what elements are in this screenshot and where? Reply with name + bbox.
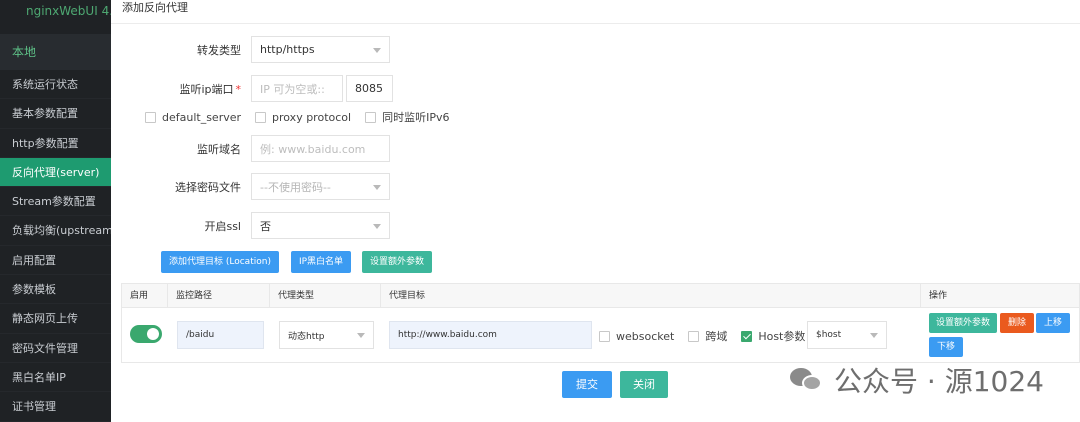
sidebar-item-system-status[interactable]: 系统运行状态: [0, 70, 111, 100]
required-mark: *: [235, 82, 242, 96]
page-title: 添加反向代理: [111, 0, 1080, 24]
host-param-checkbox[interactable]: [741, 330, 753, 342]
sidebar-item-enable-config[interactable]: 启用配置: [0, 246, 111, 276]
watermark-text: 公众号 · 源1024: [834, 365, 1044, 398]
header-enabled: 启用: [122, 284, 168, 307]
table-header: 启用 监控路径 代理类型 代理目标 操作: [122, 284, 1079, 308]
sidebar-item-reverse-proxy[interactable]: 反向代理(server): [0, 157, 111, 188]
forward-type-row: 转发类型 http/https: [111, 36, 390, 63]
ip-list-button[interactable]: IP黑白名单: [290, 251, 352, 273]
domain-label: 监听域名: [197, 142, 241, 156]
ssl-select[interactable]: 否: [251, 212, 390, 239]
main-panel: 添加反向代理 转发类型 http/https 监听ip端口 * IP 可为空或::…: [111, 0, 1080, 422]
target-input[interactable]: http://www.baidu.com: [389, 321, 592, 349]
cross-origin-label: 跨域: [705, 330, 728, 343]
listen-label: 监听ip端口 *: [179, 82, 242, 96]
domain-row: 监听域名 例: www.baidu.com: [111, 135, 390, 162]
chevron-down-icon: [357, 333, 365, 338]
sidebar-item-basic-params[interactable]: 基本参数配置: [0, 99, 111, 129]
row-extra-params-button[interactable]: 设置额外参数: [929, 313, 998, 333]
row-move-up-button[interactable]: 上移: [1036, 313, 1071, 333]
header-proxy-type: 代理类型: [270, 284, 381, 307]
ipv6-checkbox[interactable]: [365, 111, 377, 123]
sidebar-item-certificates[interactable]: 证书管理: [0, 392, 111, 422]
password-file-row: 选择密码文件 --不使用密码--: [111, 173, 390, 200]
ssl-label: 开启ssl: [204, 219, 241, 233]
password-file-label: 选择密码文件: [175, 180, 241, 194]
enable-toggle[interactable]: [130, 325, 162, 343]
chevron-down-icon: [373, 185, 381, 190]
default-server-label: default_server: [162, 110, 242, 124]
cross-origin-checkbox[interactable]: [688, 330, 700, 342]
sidebar: nginxWebUI 4.3. 本地 系统运行状态 基本参数配置 http参数配…: [0, 0, 111, 422]
sidebar-group-local[interactable]: 本地: [0, 34, 111, 70]
watermark: 公众号 · 源1024: [790, 360, 1044, 400]
proxy-type-value: 动态http: [288, 331, 325, 342]
sidebar-item-password-files[interactable]: 密码文件管理: [0, 334, 111, 363]
row-move-down-button[interactable]: 下移: [929, 337, 964, 357]
header-target: 代理目标: [381, 284, 921, 307]
proxy-protocol-checkbox[interactable]: [255, 111, 267, 123]
password-file-value: --不使用密码--: [260, 180, 331, 194]
location-table: 启用 监控路径 代理类型 代理目标 操作 /baidu 动态http http:…: [121, 283, 1080, 363]
row-delete-button[interactable]: 删除: [1000, 313, 1035, 333]
chevron-down-icon: [870, 333, 878, 338]
sidebar-item-param-template[interactable]: 参数模板: [0, 275, 111, 305]
password-file-select[interactable]: --不使用密码--: [251, 173, 390, 200]
proxy-type-select[interactable]: 动态http: [279, 321, 374, 349]
ipv6-label: 同时监听IPv6: [382, 111, 450, 124]
websocket-checkbox[interactable]: [599, 330, 610, 342]
wechat-icon: [790, 366, 824, 394]
proxy-protocol-label: proxy protocol: [272, 110, 352, 124]
listen-row: 监听ip端口 * IP 可为空或:: 8085: [111, 75, 393, 102]
header-path: 监控路径: [168, 284, 270, 307]
domain-input[interactable]: 例: www.baidu.com: [251, 135, 390, 162]
ssl-value: 否: [260, 219, 271, 233]
sidebar-item-static-upload[interactable]: 静态网页上传: [0, 304, 111, 334]
websocket-label: websocket: [616, 329, 675, 343]
sidebar-item-http-params[interactable]: http参数配置: [0, 129, 111, 158]
listen-port-input[interactable]: 8085: [346, 75, 393, 102]
submit-button[interactable]: 提交: [562, 371, 612, 398]
add-location-button[interactable]: 添加代理目标 (Location): [161, 251, 279, 273]
close-button[interactable]: 关闭: [620, 371, 668, 398]
host-param-value: $host: [816, 330, 842, 340]
chevron-down-icon: [373, 48, 381, 53]
host-param-label: Host参数 :: [758, 330, 813, 343]
forward-type-select[interactable]: http/https: [251, 36, 390, 63]
ssl-row: 开启ssl 否: [111, 212, 390, 239]
sidebar-item-stream-params[interactable]: Stream参数配置: [0, 187, 111, 217]
form-actions: 添加代理目标 (Location) IP黑白名单 设置额外参数: [161, 251, 433, 273]
app-title: nginxWebUI 4.3.: [26, 4, 111, 18]
forward-type-label: 转发类型: [197, 43, 241, 57]
forward-type-value: http/https: [260, 43, 315, 56]
path-input[interactable]: /baidu: [177, 321, 264, 349]
sidebar-item-ip-lists[interactable]: 黑白名单IP: [0, 363, 111, 393]
table-row: /baidu 动态http http://www.baidu.com webso…: [122, 308, 1079, 363]
host-param-select[interactable]: $host: [807, 321, 887, 349]
listen-options: default_server proxy protocol 同时监听IPv6: [145, 109, 463, 125]
target-options: websocket 跨域 Host参数 :: [599, 328, 827, 344]
sidebar-item-upstream[interactable]: 负载均衡(upstream): [0, 216, 111, 246]
extra-params-button[interactable]: 设置额外参数: [362, 251, 433, 273]
listen-ip-input[interactable]: IP 可为空或::: [251, 75, 343, 102]
chevron-down-icon: [373, 224, 381, 229]
header-actions: 操作: [929, 291, 948, 301]
default-server-checkbox[interactable]: [145, 111, 156, 123]
